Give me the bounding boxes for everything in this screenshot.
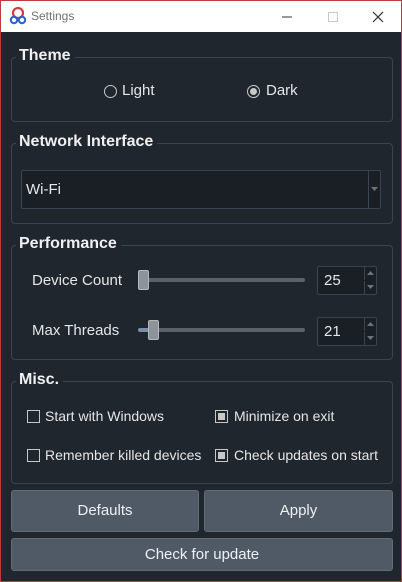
max-threads-value: 21	[324, 323, 341, 340]
maximize-button[interactable]	[310, 1, 356, 32]
theme-group-title: Theme	[16, 47, 75, 65]
device-count-increment[interactable]	[364, 267, 376, 280]
minimize-icon	[282, 16, 292, 18]
performance-group: Performance Device Count 25 Max Threads …	[11, 235, 393, 360]
settings-window: Settings Theme Light Dark Network Interf…	[0, 0, 402, 582]
max-threads-label: Max Threads	[32, 322, 120, 339]
check-updates-on-start-label: Check updates on start	[234, 447, 378, 463]
defaults-button[interactable]: Defaults	[11, 490, 199, 532]
theme-dark-label: Dark	[266, 82, 298, 99]
max-threads-spinbox[interactable]: 21	[317, 317, 377, 346]
misc-group: Misc. Start with Windows Minimize on exi…	[11, 371, 393, 484]
network-interface-value: Wi-Fi	[26, 181, 61, 198]
theme-group: Theme Light Dark	[11, 47, 393, 122]
chevron-up-icon	[367, 271, 374, 275]
chevron-up-icon	[367, 322, 374, 326]
max-threads-slider[interactable]	[149, 328, 305, 332]
max-threads-increment[interactable]	[364, 318, 376, 331]
theme-light-label: Light	[122, 82, 155, 99]
check-updates-on-start-checkbox[interactable]	[215, 449, 228, 462]
maximize-icon	[328, 12, 338, 22]
device-count-slider-handle[interactable]	[138, 270, 149, 290]
misc-group-title: Misc.	[16, 371, 64, 389]
device-count-decrement[interactable]	[364, 281, 376, 294]
minimize-on-exit-label: Minimize on exit	[234, 408, 335, 424]
chevron-down-icon	[367, 285, 374, 289]
max-threads-slider-handle[interactable]	[148, 320, 159, 340]
theme-dark-radio[interactable]	[247, 85, 260, 98]
app-logo-icon	[9, 7, 27, 25]
start-with-windows-label: Start with Windows	[45, 408, 165, 424]
close-icon	[372, 11, 384, 23]
apply-button[interactable]: Apply	[204, 490, 393, 532]
remember-killed-devices-label: Remember killed devices	[45, 447, 202, 463]
network-interface-select[interactable]: Wi-Fi	[21, 170, 381, 209]
close-button[interactable]	[355, 1, 401, 32]
title-bar[interactable]: Settings	[1, 1, 401, 32]
chevron-down-icon	[371, 187, 378, 191]
chevron-down-icon	[367, 336, 374, 340]
remember-killed-devices-checkbox[interactable]	[27, 449, 40, 462]
theme-light-radio[interactable]	[104, 85, 117, 98]
minimize-on-exit-checkbox[interactable]	[215, 410, 228, 423]
window-title: Settings	[31, 9, 75, 23]
max-threads-decrement[interactable]	[364, 332, 376, 345]
dropdown-button[interactable]	[368, 171, 380, 208]
device-count-label: Device Count	[32, 272, 123, 289]
device-count-spinbox[interactable]: 25	[317, 266, 377, 295]
device-count-slider[interactable]	[138, 278, 305, 282]
network-group-title: Network Interface	[16, 133, 158, 151]
network-interface-group: Network Interface Wi-Fi	[11, 133, 393, 224]
minimize-button[interactable]	[264, 1, 310, 32]
check-for-update-button[interactable]: Check for update	[11, 538, 393, 571]
start-with-windows-checkbox[interactable]	[27, 410, 40, 423]
device-count-value: 25	[324, 272, 341, 289]
performance-group-title: Performance	[16, 235, 121, 253]
